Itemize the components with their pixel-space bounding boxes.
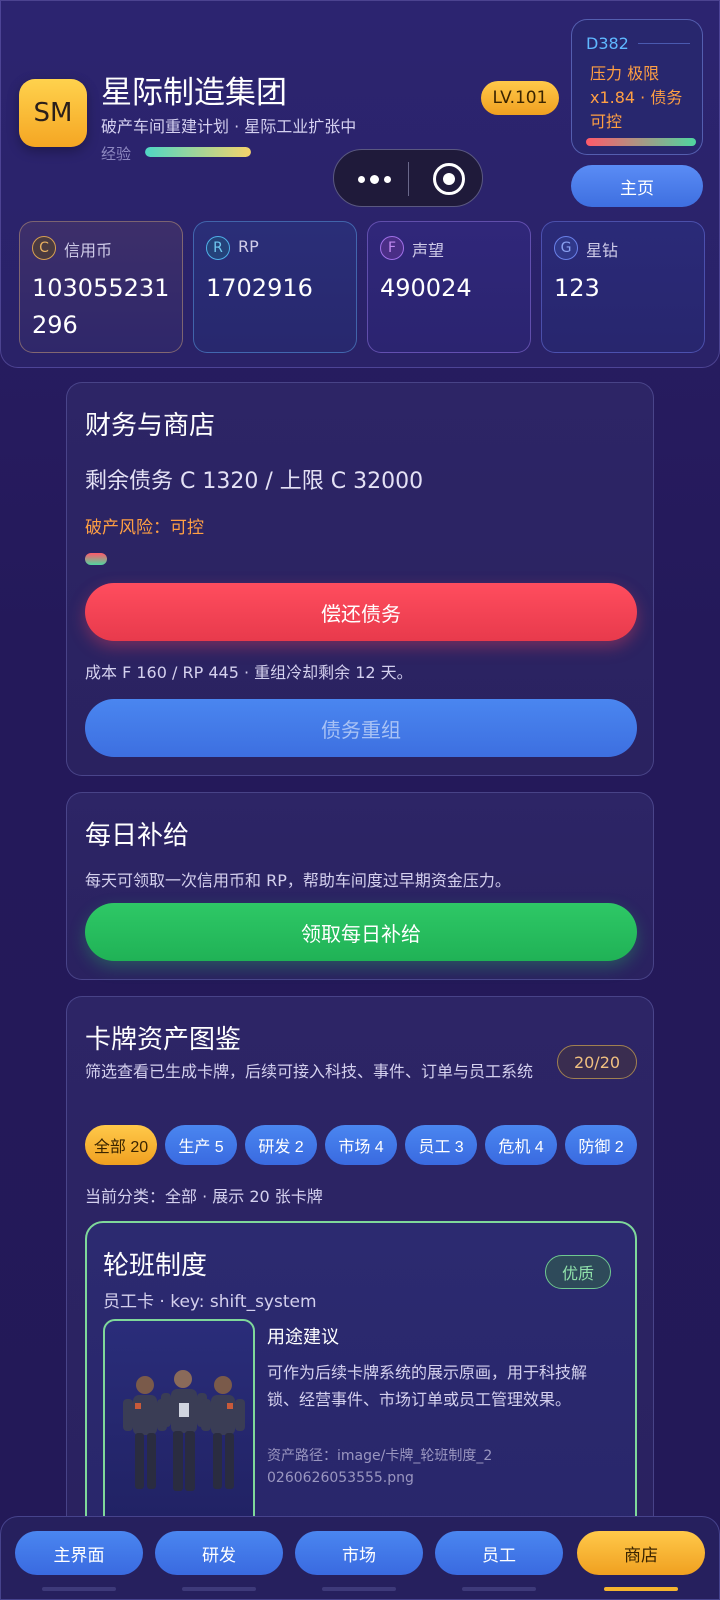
capsule-divider xyxy=(408,162,409,196)
resource-name: 声望 xyxy=(412,241,445,260)
workers-illustration xyxy=(123,1370,245,1491)
cost-text: 成本 F 160 / RP 445 · 重组冷却剩余 12 天。 xyxy=(85,663,413,682)
resource-name: 星钻 xyxy=(586,241,619,260)
usage-desc: 可作为后续卡牌系统的展示原画，用于科技解锁、经营事件、市场订单或员工管理效果。 xyxy=(267,1363,588,1409)
exp-progress-bar xyxy=(145,147,251,157)
daily-supply-panel: 每日补给 每天可领取一次信用币和 RP，帮助车间度过早期资金压力。 领取每日补给 xyxy=(66,792,654,980)
card-gallery-panel: 卡牌资产图鉴 筛选查看已生成卡牌，后续可接入科技、事件、订单与员工系统 20/2… xyxy=(66,996,654,1536)
resource-value: 103055231296 xyxy=(32,274,170,339)
company-logo: SM xyxy=(19,79,87,147)
resource-card-rp: R RP 1702916 xyxy=(193,221,357,353)
filter-all[interactable]: 全部 20 xyxy=(85,1125,157,1165)
gem-icon: G xyxy=(554,236,578,260)
more-icon[interactable] xyxy=(354,164,394,194)
resource-name: RP xyxy=(238,237,259,256)
usage-title: 用途建议 xyxy=(267,1327,339,1348)
card-key: 员工卡 · key: shift_system xyxy=(103,1292,317,1312)
nav-research[interactable]: 研发 xyxy=(155,1531,283,1575)
nav-indicator-active xyxy=(604,1587,678,1591)
quality-badge: 优质 xyxy=(545,1255,611,1289)
card-name: 轮班制度 xyxy=(103,1251,208,1281)
nav-indicator xyxy=(182,1587,256,1591)
nav-shop[interactable]: 商店 xyxy=(577,1531,705,1575)
filter-research[interactable]: 研发 2 xyxy=(245,1125,317,1165)
nav-indicator xyxy=(462,1587,536,1591)
exp-progress-fill xyxy=(145,147,251,157)
day-counter: D382 xyxy=(586,34,629,53)
rp-icon: R xyxy=(206,236,230,260)
restructure-debt-button[interactable]: 债务重组 xyxy=(85,699,637,757)
exp-label: 经验 xyxy=(101,145,132,163)
bottom-nav: 主界面 研发 市场 员工 商店 xyxy=(0,1516,720,1600)
filter-defense[interactable]: 防御 2 xyxy=(565,1125,637,1165)
risk-bar xyxy=(85,553,107,565)
resource-card-credit: C 信用币 103055231296 xyxy=(19,221,183,353)
gallery-subtitle: 筛选查看已生成卡牌，后续可接入科技、事件、订单与员工系统 xyxy=(85,1062,534,1081)
card-count-badge: 20/20 xyxy=(557,1045,637,1079)
close-target-icon[interactable] xyxy=(433,163,465,195)
pressure-bar xyxy=(586,138,696,146)
resource-value: 1702916 xyxy=(206,274,313,302)
daily-desc: 每天可领取一次信用币和 RP，帮助车间度过早期资金压力。 xyxy=(85,871,511,890)
resource-value: 490024 xyxy=(380,274,472,302)
company-name: 星际制造集团 xyxy=(101,75,287,111)
current-filter-text: 当前分类：全部 · 展示 20 张卡牌 xyxy=(85,1187,323,1206)
nav-indicator xyxy=(42,1587,116,1591)
resource-name: 信用币 xyxy=(64,241,113,260)
panel-title: 财务与商店 xyxy=(85,411,216,441)
filter-crisis[interactable]: 危机 4 xyxy=(485,1125,557,1165)
filter-staff[interactable]: 员工 3 xyxy=(405,1125,477,1165)
divider xyxy=(638,43,690,44)
company-subtitle: 破产车间重建计划 · 星际工业扩张中 xyxy=(101,117,357,136)
home-button[interactable]: 主页 xyxy=(571,165,703,207)
resource-value: 123 xyxy=(554,274,600,302)
pressure-text: 压力 极限 x1.84 · 债务 可控 xyxy=(590,64,683,131)
card-artwork xyxy=(103,1319,255,1536)
filter-production[interactable]: 生产 5 xyxy=(165,1125,237,1165)
header-panel: SM 星际制造集团 破产车间重建计划 · 星际工业扩张中 经验 LV.101 D… xyxy=(0,0,720,368)
filter-market[interactable]: 市场 4 xyxy=(325,1125,397,1165)
miniprogram-capsule xyxy=(333,149,483,207)
fame-icon: F xyxy=(380,236,404,260)
nav-main[interactable]: 主界面 xyxy=(15,1531,143,1575)
nav-indicator xyxy=(322,1587,396,1591)
panel-title: 每日补给 xyxy=(85,821,190,851)
resource-card-fame: F 声望 490024 xyxy=(367,221,531,353)
resource-card-gem: G 星钻 123 xyxy=(541,221,705,353)
asset-path: 资产路径：image/卡牌_轮班制度_20260626053555.png xyxy=(267,1448,493,1486)
repay-debt-button[interactable]: 偿还债务 xyxy=(85,583,637,641)
debt-text: 剩余债务 C 1320 / 上限 C 32000 xyxy=(85,469,424,494)
claim-daily-button[interactable]: 领取每日补给 xyxy=(85,903,637,961)
risk-text: 破产风险：可控 xyxy=(85,518,204,538)
level-badge: LV.101 xyxy=(481,81,559,115)
nav-market[interactable]: 市场 xyxy=(295,1531,423,1575)
panel-title: 卡牌资产图鉴 xyxy=(85,1025,242,1055)
finance-panel: 财务与商店 剩余债务 C 1320 / 上限 C 32000 破产风险：可控 偿… xyxy=(66,382,654,776)
credit-icon: C xyxy=(32,236,56,260)
nav-staff[interactable]: 员工 xyxy=(435,1531,563,1575)
card-item[interactable]: 轮班制度 员工卡 · key: shift_system 优质 用途建议 可作为… xyxy=(85,1221,637,1536)
pressure-status-box: D382 压力 极限 x1.84 · 债务 可控 xyxy=(571,19,703,155)
